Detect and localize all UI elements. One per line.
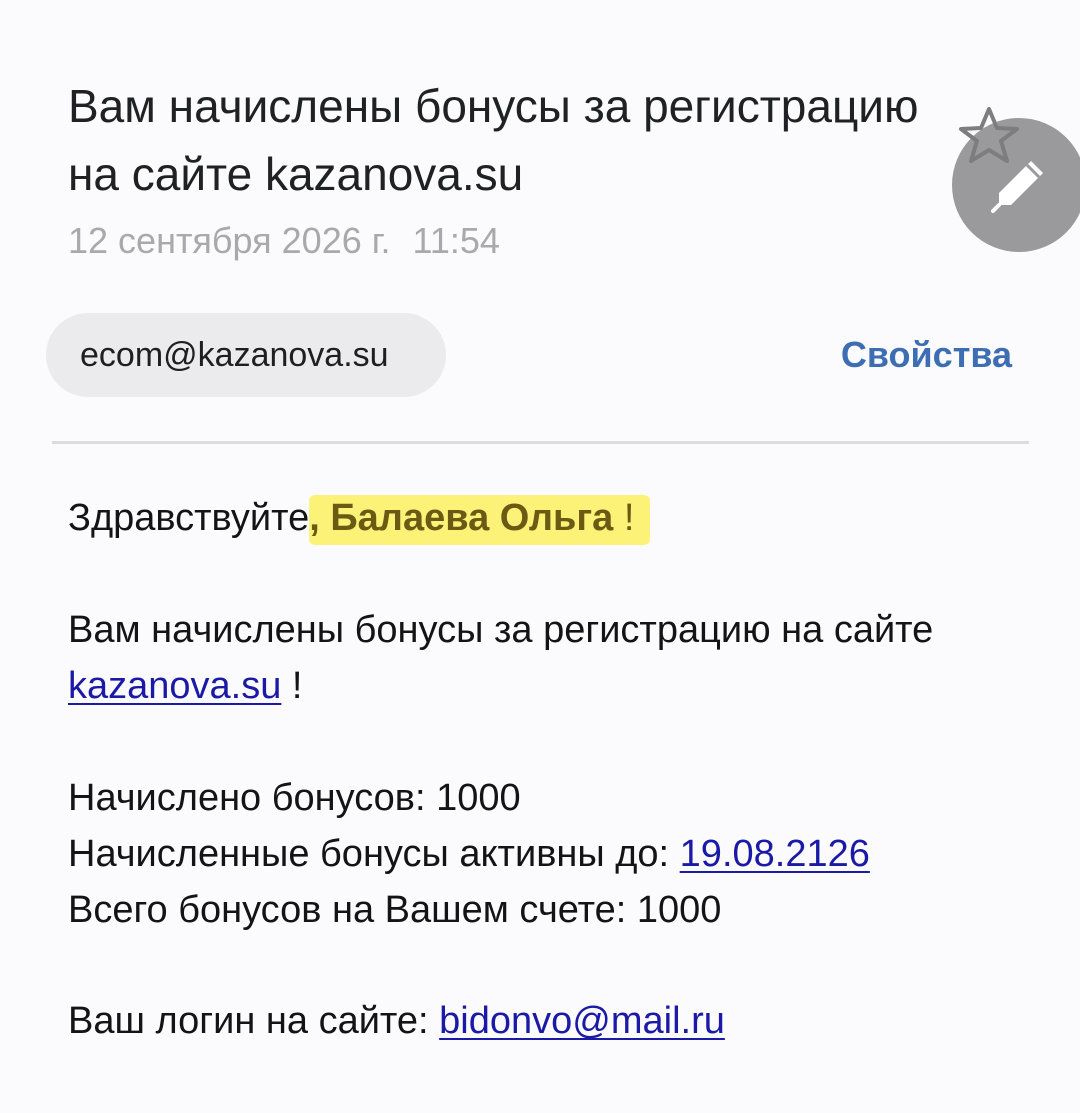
search-highlight: , Балаева Ольга !	[309, 495, 651, 545]
message-suffix: !	[281, 665, 303, 707]
sender-chip[interactable]: ecom@kazanova.su	[46, 313, 446, 397]
email-time: 11:54	[412, 220, 500, 261]
divider	[52, 441, 1029, 444]
email-subject: Вам начислены бонусы за регистрацию на с…	[68, 80, 919, 200]
email-datetime: 12 сентября 2026 г. 11:54	[68, 216, 500, 266]
active-until-line: Начисленные бонусы активны до: 19.08.212…	[68, 826, 1028, 882]
accrued-value: 1000	[436, 777, 521, 819]
greeting-suffix: !	[613, 497, 635, 539]
properties-button[interactable]: Свойства	[841, 330, 1012, 380]
active-until-date-link[interactable]: 19.08.2126	[680, 833, 870, 875]
bonus-stats: Начислено бонусов: 1000 Начисленные бону…	[68, 770, 1028, 938]
login-label: Ваш логин на сайте:	[68, 1000, 429, 1042]
greeting-line: Здравствуйте, Балаева Ольга !	[68, 490, 1028, 546]
recipient-name: , Балаева Ольга	[309, 497, 614, 539]
greeting-prefix: Здравствуйте	[68, 497, 310, 539]
sender-address: ecom@kazanova.su	[80, 335, 389, 374]
site-link[interactable]: kazanova.su	[68, 665, 281, 707]
total-label: Всего бонусов на Вашем счете:	[68, 889, 627, 931]
active-until-label: Начисленные бонусы активны до:	[68, 833, 670, 875]
email-date: 12 сентября 2026 г.	[68, 220, 391, 261]
total-line: Всего бонусов на Вашем счете: 1000	[68, 882, 1028, 938]
login-email-link[interactable]: bidonvo@mail.ru	[439, 1000, 725, 1042]
login-line: Ваш логин на сайте: bidonvo@mail.ru	[68, 993, 1028, 1049]
star-outline-icon[interactable]	[957, 106, 1021, 164]
message-paragraph: Вам начислены бонусы за регистрацию на с…	[68, 602, 1028, 714]
accrued-label: Начислено бонусов:	[68, 777, 426, 819]
accrued-line: Начислено бонусов: 1000	[68, 770, 1028, 826]
total-value: 1000	[636, 889, 722, 931]
email-view: Вам начислены бонусы за регистрацию на с…	[0, 0, 1080, 1113]
message-text: Вам начислены бонусы за регистрацию на с…	[68, 609, 934, 651]
